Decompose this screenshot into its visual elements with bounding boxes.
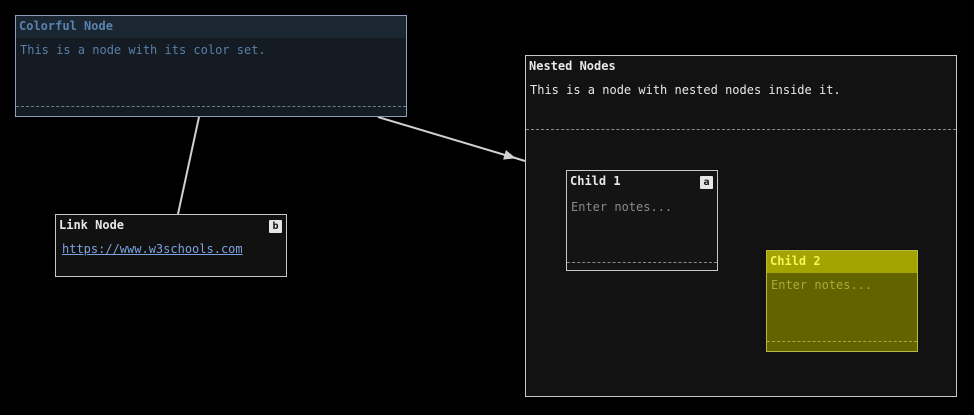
- edge-colorful-to-nested[interactable]: [377, 116, 516, 160]
- child1-node[interactable]: Child 1 a Enter notes...: [566, 170, 718, 271]
- nested-node-title: Nested Nodes: [529, 59, 616, 73]
- link-node-title: Link Node: [59, 218, 125, 232]
- nested-node-text[interactable]: This is a node with nested nodes inside …: [526, 76, 956, 97]
- child2-notes-input[interactable]: Enter notes...: [767, 273, 917, 292]
- child1-node-title: Child 1: [570, 174, 621, 188]
- colorful-node-text[interactable]: This is a node with its color set.: [16, 38, 406, 57]
- link-node[interactable]: Link Node b https://www.w3schools.com: [55, 214, 287, 277]
- child1-notes-input[interactable]: Enter notes...: [567, 191, 717, 214]
- child1-node-divider: [567, 262, 717, 263]
- colorful-node-divider: [16, 106, 406, 107]
- child2-node-title: Child 2: [767, 251, 917, 273]
- link-node-url[interactable]: https://www.w3schools.com: [62, 242, 243, 256]
- link-node-badge: b: [269, 220, 282, 233]
- edge-colorful-to-link[interactable]: [177, 116, 200, 215]
- colorful-node-title: Colorful Node: [16, 16, 406, 38]
- diagram-canvas: Colorful Node This is a node with its co…: [0, 0, 974, 415]
- edge-nested-arrow-tail: [511, 156, 526, 162]
- child1-node-badge: a: [700, 176, 713, 189]
- nested-node-divider: [526, 129, 956, 130]
- child2-node[interactable]: Child 2 Enter notes...: [766, 250, 918, 352]
- colorful-node[interactable]: Colorful Node This is a node with its co…: [15, 15, 407, 117]
- child2-node-divider: [767, 341, 917, 342]
